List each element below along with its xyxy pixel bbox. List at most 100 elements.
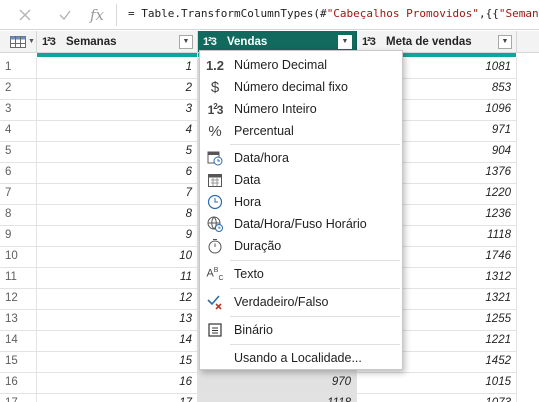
row-number[interactable]: 13 <box>0 310 37 331</box>
cell-semanas[interactable]: 14 <box>37 331 198 352</box>
cell-semanas[interactable]: 10 <box>37 247 198 268</box>
menu-item-texto[interactable]: ABC Texto <box>200 263 402 285</box>
cell-meta-de-vendas[interactable]: 1015 <box>357 373 517 394</box>
menu-separator <box>230 144 400 145</box>
menu-item-label: Hora <box>234 195 262 209</box>
filter-dropdown-button[interactable]: ▼ <box>338 34 352 49</box>
integer-type-icon[interactable]: 1²3 <box>203 36 223 48</box>
menu-separator <box>230 288 400 289</box>
row-number[interactable]: 9 <box>0 226 37 247</box>
function-icon[interactable]: 𝑓x <box>86 4 108 26</box>
row-number[interactable]: 12 <box>0 289 37 310</box>
integer-type-icon[interactable]: 1²3 <box>362 36 382 48</box>
integer-type-icon[interactable]: 1²3 <box>42 36 62 48</box>
row-number[interactable]: 6 <box>0 163 37 184</box>
cell-semanas[interactable]: 12 <box>37 289 198 310</box>
cell-semanas[interactable]: 16 <box>37 373 198 394</box>
row-number[interactable]: 14 <box>0 331 37 352</box>
formula-separator <box>116 4 117 26</box>
menu-item-hora[interactable]: Hora <box>200 191 402 213</box>
chevron-down-icon: ▼ <box>28 38 35 45</box>
row-number[interactable]: 17 <box>0 394 37 402</box>
cell-semanas[interactable]: 4 <box>37 121 198 142</box>
table-icon <box>10 35 26 48</box>
stopwatch-icon <box>204 237 226 255</box>
row-number[interactable]: 7 <box>0 184 37 205</box>
row-number[interactable]: 16 <box>0 373 37 394</box>
row-number[interactable]: 11 <box>0 268 37 289</box>
menu-item-numero-decimal-fixo[interactable]: $ Número decimal fixo <box>200 76 402 98</box>
row-number[interactable]: 5 <box>0 142 37 163</box>
table-row[interactable]: 171711181073 <box>0 394 539 402</box>
data-type-menu: 1.2 Número Decimal $ Número decimal fixo 123… <box>199 50 403 370</box>
binary-icon <box>204 321 226 339</box>
cell-semanas[interactable]: 9 <box>37 226 198 247</box>
row-number[interactable]: 1 <box>0 58 37 79</box>
row-number[interactable]: 3 <box>0 100 37 121</box>
menu-item-label: Usando a Localidade... <box>234 351 362 365</box>
percent-icon: % <box>208 122 222 140</box>
menu-item-label: Duração <box>234 239 282 253</box>
menu-item-percentual[interactable]: % Percentual <box>200 120 402 142</box>
cell-semanas[interactable]: 6 <box>37 163 198 184</box>
formula-bar: 𝑓x = Table.TransformColumnTypes(#"Cabeça… <box>0 0 539 30</box>
decimal-icon: 1.2 <box>205 57 225 73</box>
menu-item-label: Data <box>234 173 261 187</box>
cell-vendas[interactable]: 1118 <box>198 394 357 402</box>
menu-item-usando-a-localidade[interactable]: Usando a Localidade... <box>200 347 402 369</box>
cell-meta-de-vendas[interactable]: 1073 <box>357 394 517 402</box>
menu-separator <box>230 344 400 345</box>
dollar-icon: $ <box>210 78 220 96</box>
cancel-icon[interactable] <box>14 4 36 26</box>
header-filler <box>517 31 539 53</box>
row-number[interactable]: 10 <box>0 247 37 268</box>
menu-separator <box>230 260 400 261</box>
column-name: Semanas <box>66 35 117 48</box>
cell-semanas[interactable]: 8 <box>37 205 198 226</box>
cell-semanas[interactable]: 17 <box>37 394 198 402</box>
chevron-down-icon: ▼ <box>341 38 349 45</box>
chevron-down-icon: ▼ <box>501 38 509 45</box>
cell-semanas[interactable]: 15 <box>37 352 198 373</box>
menu-item-label: Binário <box>234 323 273 337</box>
menu-item-binario[interactable]: Binário <box>200 319 402 341</box>
table-menu-button[interactable]: ▼ <box>0 31 37 53</box>
menu-item-label: Data/hora <box>234 151 289 165</box>
menu-item-duracao[interactable]: Duração <box>200 235 402 257</box>
menu-item-numero-decimal[interactable]: 1.2 Número Decimal <box>200 54 402 76</box>
check-cross-icon <box>204 293 226 311</box>
menu-item-label: Texto <box>234 267 264 281</box>
table-row[interactable]: 16 16 970 1015 <box>0 373 539 394</box>
menu-item-numero-inteiro[interactable]: 123 Número Inteiro <box>200 98 402 120</box>
cell-vendas[interactable]: 970 <box>198 373 357 394</box>
menu-item-spacer <box>204 349 226 367</box>
cell-semanas[interactable]: 2 <box>37 79 198 100</box>
datetime-icon <box>204 149 226 167</box>
menu-item-data[interactable]: Data <box>200 169 402 191</box>
calendar-icon <box>204 171 226 189</box>
filter-dropdown-button[interactable]: ▼ <box>498 34 512 49</box>
text-abc-icon: ABC <box>206 266 224 282</box>
cell-semanas[interactable]: 5 <box>37 142 198 163</box>
menu-item-label: Número Inteiro <box>234 102 317 116</box>
confirm-icon[interactable] <box>54 4 76 26</box>
clock-icon <box>204 193 226 211</box>
row-number[interactable]: 15 <box>0 352 37 373</box>
cell-semanas[interactable]: 13 <box>37 310 198 331</box>
cell-semanas[interactable]: 11 <box>37 268 198 289</box>
menu-item-data-hora-fuso-horario[interactable]: Data/Hora/Fuso Horário <box>200 213 402 235</box>
menu-item-data-hora[interactable]: Data/hora <box>200 147 402 169</box>
chevron-down-icon: ▼ <box>182 38 190 45</box>
row-number[interactable]: 8 <box>0 205 37 226</box>
cell-semanas[interactable]: 3 <box>37 100 198 121</box>
formula-input[interactable]: = Table.TransformColumnTypes(#"Cabeçalho… <box>128 7 539 20</box>
column-header-semanas[interactable]: 1²3 Semanas ▼ <box>37 31 198 53</box>
row-number[interactable]: 2 <box>0 79 37 100</box>
column-name: Meta de vendas <box>386 35 472 48</box>
cell-semanas[interactable]: 1 <box>37 58 198 79</box>
row-number[interactable]: 4 <box>0 121 37 142</box>
menu-item-verdadeiro-falso[interactable]: Verdadeiro/Falso <box>200 291 402 313</box>
cell-semanas[interactable]: 7 <box>37 184 198 205</box>
filter-dropdown-button[interactable]: ▼ <box>179 34 193 49</box>
menu-item-label: Número Decimal <box>234 58 328 72</box>
